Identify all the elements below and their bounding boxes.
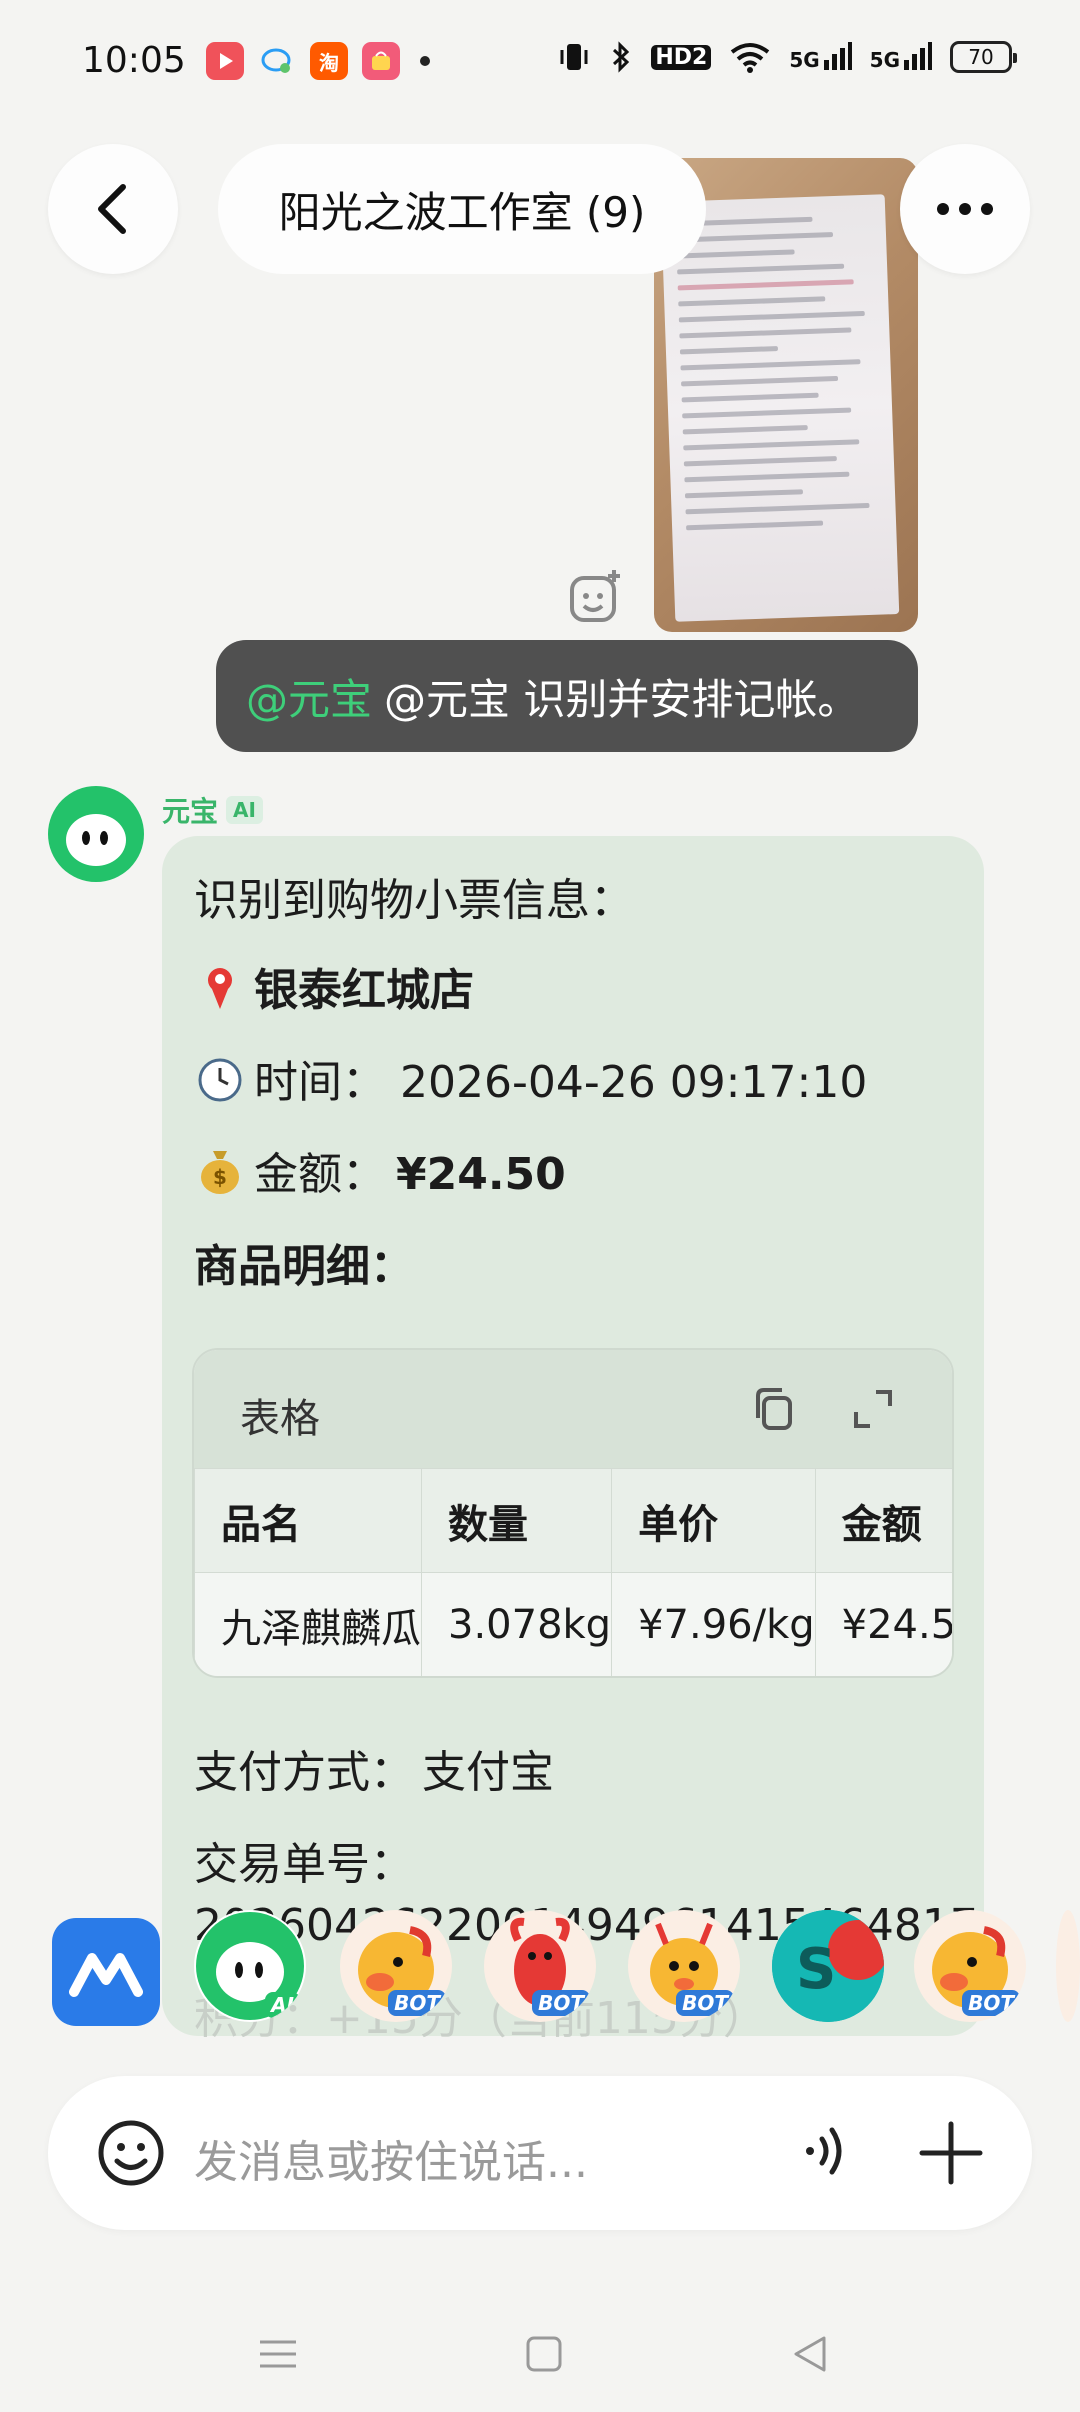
status-time: 10:05: [82, 40, 186, 81]
more-bots-peek[interactable]: [1056, 1910, 1080, 2022]
time-value: 2026-04-26 09:17:10: [400, 1057, 868, 1108]
svg-text:$: $: [213, 1165, 227, 1189]
expand-icon[interactable]: [848, 1384, 898, 1434]
bluetooth-icon: [613, 41, 630, 73]
amount-line: $ 金额： ¥24.50: [194, 1138, 566, 1202]
chat-app-icon: [258, 42, 296, 80]
pin-icon: [194, 963, 246, 1016]
plus-icon[interactable]: [914, 2116, 988, 2190]
table-cell: 3.078kg: [420, 1572, 613, 1676]
chat-title[interactable]: 阳光之波工作室 (9): [218, 144, 706, 274]
voice-icon[interactable]: [788, 2116, 858, 2186]
ai-badge: AI: [226, 796, 263, 824]
table-header-row: 品名 数量 单价 金额: [194, 1468, 952, 1573]
video-app-icon: [206, 42, 244, 80]
bot-badge: BOT: [962, 1990, 1020, 2016]
signal-bars-icon: [904, 42, 932, 70]
table-cell: ¥24.50: [814, 1572, 952, 1676]
table-cell: 九泽麒麟瓜: [194, 1572, 422, 1676]
more-button[interactable]: [900, 144, 1030, 274]
column-header: 品名: [194, 1468, 422, 1573]
signal-2: 5G: [870, 42, 932, 72]
vibrate-icon: [560, 44, 588, 70]
outgoing-message-text: @元宝 识别并安排记帐。: [384, 674, 860, 724]
reply-intro: 识别到购物小票信息：: [194, 875, 634, 926]
bot-badge: BOT: [532, 1990, 590, 2016]
bot-reply-bubble[interactable]: 识别到购物小票信息： 银泰红城店 时间： 2026-04-26 09:17:10 …: [162, 836, 984, 2036]
yuanbao-bot-icon[interactable]: AI: [194, 1910, 306, 2022]
store-line: 银泰红城店: [194, 954, 474, 1018]
home-nav-icon[interactable]: [522, 2332, 566, 2376]
time-line: 时间： 2026-04-26 09:17:10: [194, 1046, 867, 1110]
table-row: 九泽麒麟瓜 3.078kg ¥7.96/kg ¥24.50: [194, 1572, 952, 1676]
status-bar: 10:05 淘 HD2 5G 5G 70: [0, 0, 1080, 120]
signal-1: 5G: [789, 42, 852, 72]
outgoing-message[interactable]: @元宝 @元宝 识别并安排记帐。: [216, 640, 918, 752]
menu-nav-icon[interactable]: [256, 2332, 300, 2376]
emoji-icon[interactable]: [96, 2118, 166, 2188]
table-cell: ¥7.96/kg: [611, 1572, 816, 1676]
money-bag-icon: $: [194, 1147, 246, 1200]
bot-badge: BOT: [676, 1990, 734, 2016]
bot-strip: AI BOT BOT BOT S BOT: [0, 1910, 1080, 2030]
mention-tag[interactable]: @元宝: [246, 666, 372, 727]
shrimp-bot-icon[interactable]: BOT: [628, 1910, 740, 2022]
battery-indicator: 70: [950, 41, 1017, 73]
lobster-bot-icon[interactable]: BOT: [484, 1910, 596, 2022]
sub-bot-icon[interactable]: S: [772, 1910, 884, 2022]
bot-badge: AI: [265, 1992, 300, 2018]
items-table: 品名 数量 单价 金额 九泽麒麟瓜 3.078kg ¥7.96/kg ¥24.5…: [194, 1468, 952, 1676]
yuanbao-avatar[interactable]: [48, 786, 144, 882]
transaction-label: 交易单号：: [194, 1839, 414, 1890]
payment-line: 支付方式： 支付宝: [194, 1736, 554, 1800]
message-input[interactable]: 发消息或按住说话...: [194, 2126, 588, 2190]
clock-icon: [194, 1057, 246, 1108]
receipt-paper: [660, 194, 900, 622]
back-button[interactable]: [48, 144, 178, 274]
message-input-bar[interactable]: 发消息或按住说话...: [48, 2076, 1032, 2230]
payment-label: 支付方式：: [194, 1747, 414, 1798]
system-nav-bar: [0, 2300, 1080, 2412]
add-sticker-icon[interactable]: [566, 566, 626, 626]
column-header: 单价: [611, 1468, 816, 1573]
column-header: 数量: [420, 1468, 613, 1573]
table-title: 表格: [240, 1396, 320, 1442]
wifi-icon: [731, 43, 770, 73]
payment-value: 支付宝: [422, 1747, 554, 1798]
hd-label: HD2: [651, 44, 712, 70]
status-app-icons: 淘: [206, 42, 430, 80]
meta-bot-icon[interactable]: [52, 1918, 160, 2026]
status-indicators: HD2 5G 5G 70: [557, 40, 1017, 74]
shopping-app-icon: [362, 42, 400, 80]
signal-bars-icon: [823, 42, 852, 70]
amount-label: 金额：: [254, 1149, 386, 1200]
back-nav-icon[interactable]: [788, 2332, 832, 2376]
more-dots-icon: [937, 203, 993, 215]
bot-badge: BOT: [388, 1990, 446, 2016]
bot-name: 元宝 AI: [162, 790, 263, 830]
taobao-icon: 淘: [310, 42, 348, 80]
items-heading: 商品明细：: [194, 1241, 414, 1292]
chevron-left-icon: [98, 184, 126, 234]
duck-bot-2-icon[interactable]: BOT: [914, 1910, 1026, 2022]
duck-bot-icon[interactable]: BOT: [340, 1910, 452, 2022]
time-label: 时间：: [254, 1057, 386, 1108]
items-table-card: 表格 品名 数量 单价 金额 九泽麒麟瓜 3.078kg ¥7.96/kg ¥2…: [192, 1348, 954, 1678]
table-header-bar: 表格: [194, 1350, 952, 1468]
svg-text:S: S: [796, 1937, 836, 2002]
column-header: 金额: [814, 1468, 952, 1573]
amount-value: ¥24.50: [396, 1149, 566, 1200]
store-name: 银泰红城店: [254, 965, 474, 1016]
copy-icon[interactable]: [748, 1384, 798, 1434]
notification-dot: [420, 56, 430, 66]
